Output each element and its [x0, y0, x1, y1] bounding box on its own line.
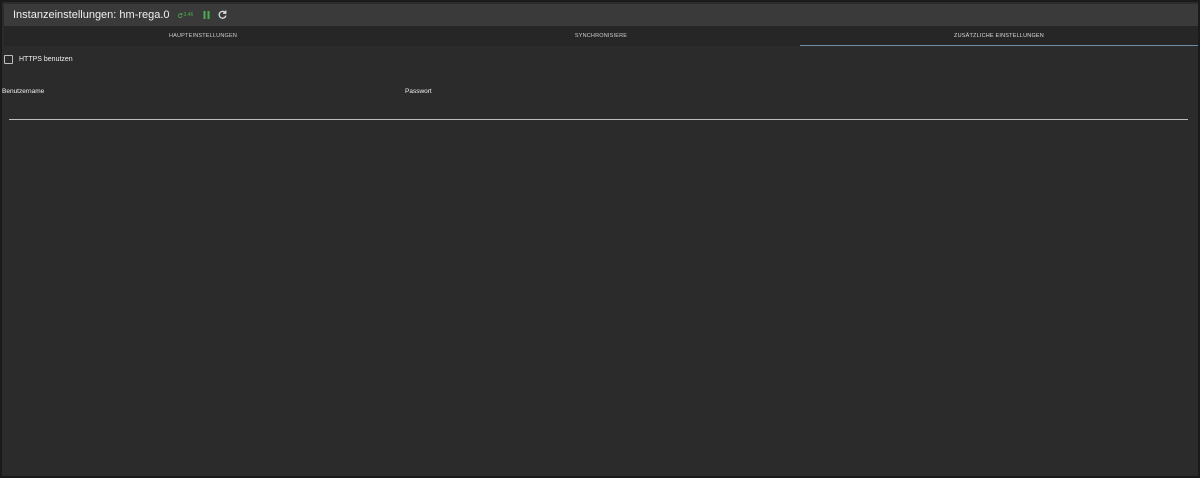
username-label: Benutzername [2, 88, 45, 95]
pause-icon [203, 6, 210, 24]
password-label: Passwort [405, 88, 432, 95]
tab-content: HTTPS benutzen Benutzername Passwort [2, 46, 1198, 476]
pause-button[interactable] [201, 10, 211, 20]
https-checkbox-label[interactable]: HTTPS benutzen [19, 56, 73, 63]
reload-icon [218, 6, 227, 24]
tab-additional-settings[interactable]: ZUSÄTZLICHE EINSTELLUNGEN [800, 26, 1198, 46]
input-underline [9, 119, 1188, 120]
instance-settings-window: Instanzeinstellungen: hm-rega.0 3.46 HAU… [0, 0, 1200, 478]
tab-synchronize[interactable]: SYNCHRONISIERE [402, 26, 800, 46]
https-setting: HTTPS benutzen [4, 55, 73, 64]
dialog-title: Instanzeinstellungen: hm-rega.0 [13, 9, 170, 21]
title-bar: Instanzeinstellungen: hm-rega.0 3.46 [4, 4, 1198, 26]
username-input[interactable] [9, 98, 397, 118]
version-badge: 3.46 [177, 12, 194, 18]
version-text: 3.46 [183, 12, 194, 18]
reload-button[interactable] [217, 10, 227, 20]
tab-main-settings[interactable]: HAUPTEINSTELLUNGEN [4, 26, 402, 46]
refresh-version-icon [177, 12, 183, 18]
password-input[interactable] [405, 98, 1188, 118]
tab-bar: HAUPTEINSTELLUNGEN SYNCHRONISIERE ZUSÄTZ… [4, 26, 1198, 46]
https-checkbox[interactable] [4, 55, 13, 64]
